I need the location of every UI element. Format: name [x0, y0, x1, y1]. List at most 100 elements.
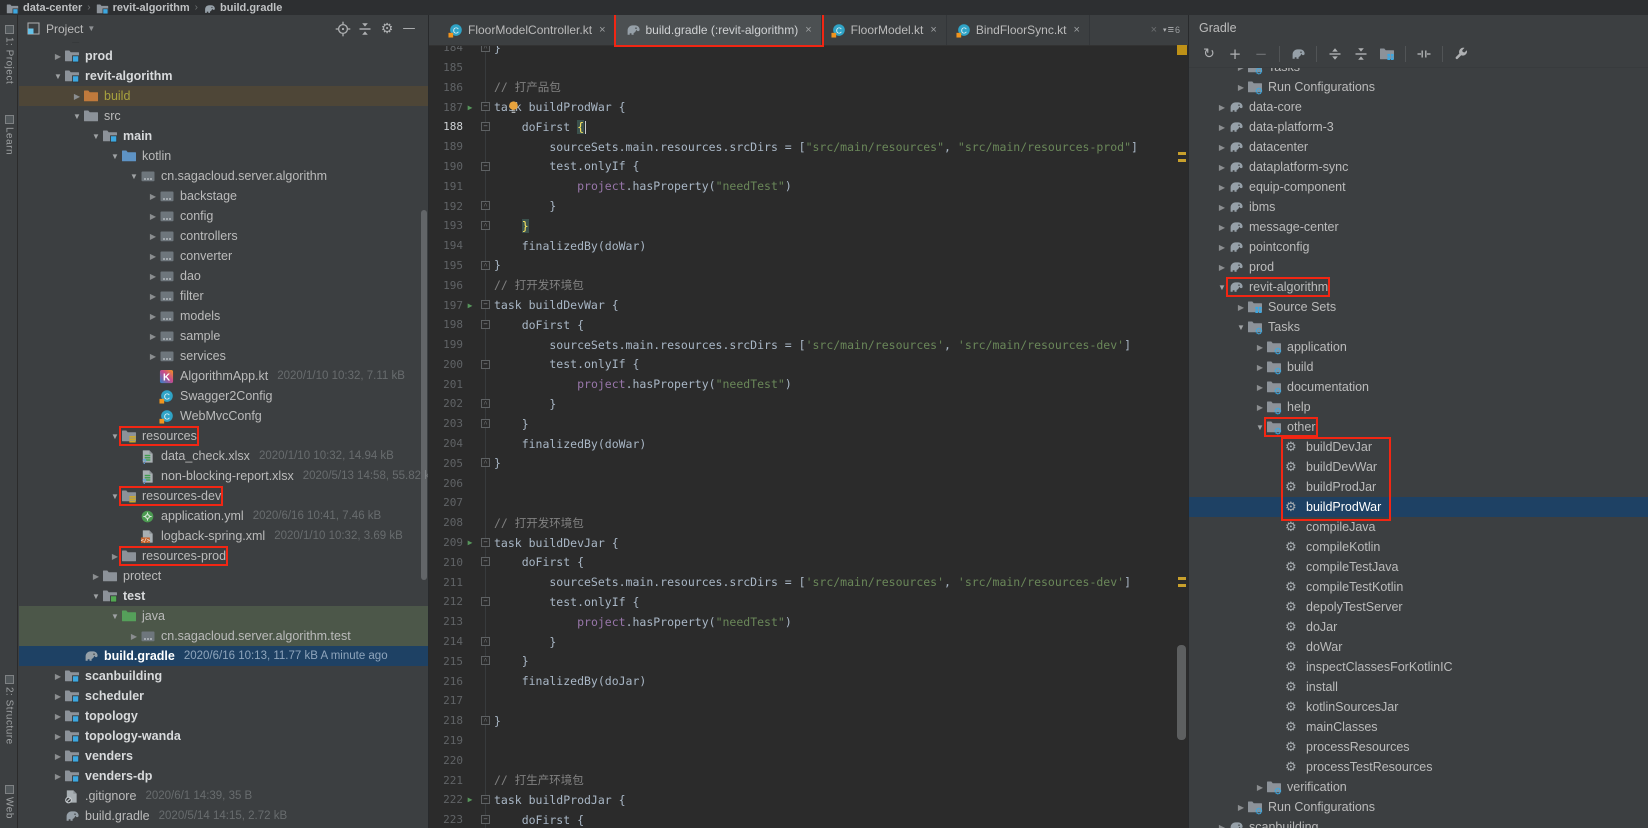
gradle-item-doJar[interactable]: ⚙doJar — [1189, 617, 1648, 637]
project-item-dao[interactable]: ▶dao — [19, 266, 428, 286]
fold-start-icon[interactable]: − — [481, 795, 490, 804]
project-item-build[interactable]: ▶build — [19, 86, 428, 106]
chevron-right-icon[interactable]: ▶ — [1254, 343, 1266, 352]
chevron-right-icon[interactable]: ▶ — [1254, 363, 1266, 372]
fold-start-icon[interactable]: − — [481, 597, 490, 606]
chevron-right-icon[interactable]: ▶ — [52, 772, 64, 781]
chevron-right-icon[interactable]: ▶ — [1254, 383, 1266, 392]
chevron-right-icon[interactable]: ▶ — [147, 352, 159, 361]
project-item-Swagger2Config[interactable]: CSwagger2Config — [19, 386, 428, 406]
chevron-down-icon[interactable]: ▼ — [109, 432, 121, 441]
fold-start-icon[interactable]: − — [481, 538, 490, 547]
fold-end-icon[interactable]: ˄ — [481, 419, 490, 428]
gradle-item-data-platform-3[interactable]: ▶data-platform-3 — [1189, 117, 1648, 137]
project-item-non-blocking-report.xlsx[interactable]: ?non-blocking-report.xlsx2020/5/13 14:58… — [19, 466, 428, 486]
project-item-prod[interactable]: ▶prod — [19, 46, 428, 66]
project-item-filter[interactable]: ▶filter — [19, 286, 428, 306]
fold-end-icon[interactable]: ˄ — [481, 201, 490, 210]
gradle-item-compileKotlin[interactable]: ⚙compileKotlin — [1189, 537, 1648, 557]
chevron-right-icon[interactable]: ▶ — [1254, 783, 1266, 792]
chevron-right-icon[interactable]: ▶ — [52, 672, 64, 681]
toolwindow-button-learn[interactable]: Learn — [0, 115, 18, 155]
project-tree[interactable]: ▶prod▼revit-algorithm▶build▼src▼main▼kot… — [19, 42, 428, 828]
chevron-right-icon[interactable]: ▶ — [1254, 403, 1266, 412]
chevron-right-icon[interactable]: ▶ — [147, 192, 159, 201]
build-tool-settings-icon[interactable] — [1449, 44, 1473, 64]
chevron-right-icon[interactable]: ▶ — [109, 552, 121, 561]
gradle-item-verification[interactable]: ▶⚙verification — [1189, 777, 1648, 797]
run-task-icon[interactable]: ▶ — [463, 301, 477, 310]
gradle-item-Source-Sets[interactable]: ▶Source Sets — [1189, 297, 1648, 317]
toolwindow-button-project[interactable]: 1: Project — [0, 25, 18, 84]
chevron-right-icon[interactable]: ▶ — [147, 292, 159, 301]
gradle-item-help[interactable]: ▶⚙help — [1189, 397, 1648, 417]
gradle-item-equip-component[interactable]: ▶equip-component — [1189, 177, 1648, 197]
gradle-item-install[interactable]: ⚙install — [1189, 677, 1648, 697]
chevron-right-icon[interactable]: ▶ — [1216, 143, 1228, 152]
chevron-right-icon[interactable]: ▶ — [1216, 223, 1228, 232]
chevron-right-icon[interactable]: ▶ — [1216, 203, 1228, 212]
editor-tab[interactable]: build.gradle (:revit-algorithm)× — [616, 15, 822, 45]
fold-end-icon[interactable]: ˄ — [481, 637, 490, 646]
project-item-config[interactable]: ▶config — [19, 206, 428, 226]
gradle-item-processResources[interactable]: ⚙processResources — [1189, 737, 1648, 757]
collapse-all-icon[interactable] — [1349, 44, 1373, 64]
project-item-services[interactable]: ▶services — [19, 346, 428, 366]
project-item-converter[interactable]: ▶converter — [19, 246, 428, 266]
project-item-java[interactable]: ▼java — [19, 606, 428, 626]
chevron-right-icon[interactable]: ▶ — [90, 572, 102, 581]
add-icon[interactable]: + — [1223, 44, 1247, 64]
project-item-cn.sagacloud.server.algorithm.test[interactable]: ▶cn.sagacloud.server.algorithm.test — [19, 626, 428, 646]
fold-start-icon[interactable]: − — [481, 320, 490, 329]
gradle-item-data-core[interactable]: ▶data-core — [1189, 97, 1648, 117]
project-item-logback-spring.xml[interactable]: </>logback-spring.xml2020/1/10 10:32, 3.… — [19, 526, 428, 546]
project-item-data-check.xlsx[interactable]: ?data_check.xlsx2020/1/10 10:32, 14.94 k… — [19, 446, 428, 466]
gradle-item-compileTestJava[interactable]: ⚙compileTestJava — [1189, 557, 1648, 577]
project-item-backstage[interactable]: ▶backstage — [19, 186, 428, 206]
chevron-right-icon[interactable]: ▶ — [1216, 243, 1228, 252]
fold-start-icon[interactable]: − — [481, 557, 490, 566]
project-item-controllers[interactable]: ▶controllers — [19, 226, 428, 246]
chevron-down-icon[interactable]: ▼ — [1216, 283, 1228, 292]
gradle-item-kotlinSourcesJar[interactable]: ⚙kotlinSourcesJar — [1189, 697, 1648, 717]
gradle-item-compileTestKotlin[interactable]: ⚙compileTestKotlin — [1189, 577, 1648, 597]
project-item-topology[interactable]: ▶topology — [19, 706, 428, 726]
fold-start-icon[interactable]: − — [481, 360, 490, 369]
project-item-scheduler[interactable]: ▶scheduler — [19, 686, 428, 706]
project-item-venders-dp[interactable]: ▶venders-dp — [19, 766, 428, 786]
gradle-item-Run-Configurations[interactable]: ▶⚙Run Configurations — [1189, 77, 1648, 97]
project-item-test[interactable]: ▼test — [19, 586, 428, 606]
chevron-down-icon[interactable]: ▼ — [52, 72, 64, 81]
gradle-item-depolyTestServer[interactable]: ⚙depolyTestServer — [1189, 597, 1648, 617]
chevron-down-icon[interactable]: ▼ — [71, 112, 83, 121]
project-item-revit-algorithm[interactable]: ▼revit-algorithm — [19, 66, 428, 86]
chevron-right-icon[interactable]: ▶ — [128, 632, 140, 641]
project-panel-title[interactable]: Project — [46, 22, 83, 36]
gradle-item-buildDevJar[interactable]: ⚙buildDevJar — [1189, 437, 1648, 457]
gradle-item-application[interactable]: ▶⚙application — [1189, 337, 1648, 357]
gradle-item-dataplatform-sync[interactable]: ▶dataplatform-sync — [1189, 157, 1648, 177]
chevron-right-icon[interactable]: ▶ — [1216, 263, 1228, 272]
project-item-protect[interactable]: ▶protect — [19, 566, 428, 586]
gradle-item-build[interactable]: ▶⚙build — [1189, 357, 1648, 377]
breadcrumb-item[interactable]: revit-algorithm — [96, 1, 190, 14]
chevron-right-icon[interactable]: ▶ — [1216, 103, 1228, 112]
editor-scrollbar[interactable] — [1176, 46, 1188, 828]
editor-tab[interactable]: CFloorModel.kt× — [822, 15, 947, 45]
chevron-right-icon[interactable]: ▶ — [147, 272, 159, 281]
fold-end-icon[interactable]: ˄ — [481, 46, 490, 52]
gradle-elephant-icon[interactable] — [1286, 44, 1310, 64]
chevron-down-icon[interactable]: ▼ — [1235, 323, 1247, 332]
gradle-item-buildProdWar[interactable]: ⚙buildProdWar — [1189, 497, 1648, 517]
chevron-right-icon[interactable]: ▶ — [1235, 83, 1247, 92]
gradle-item-scanbuilding[interactable]: ▶scanbuilding — [1189, 817, 1648, 828]
hide-icon[interactable]: — — [398, 19, 420, 39]
chevron-right-icon[interactable]: ▶ — [1216, 163, 1228, 172]
settings-icon[interactable]: ⚙ — [376, 19, 398, 39]
project-item-cn.sagacloud.server.algorithm[interactable]: ▼cn.sagacloud.server.algorithm — [19, 166, 428, 186]
chevron-down-icon[interactable]: ▼ — [90, 132, 102, 141]
chevron-right-icon[interactable]: ▶ — [147, 252, 159, 261]
toolwindow-button-structure[interactable]: 2: Structure — [0, 675, 18, 745]
project-item-AlgorithmApp.kt[interactable]: KAlgorithmApp.kt2020/1/10 10:32, 7.11 kB — [19, 366, 428, 386]
breadcrumb-item[interactable]: data-center — [6, 1, 82, 14]
